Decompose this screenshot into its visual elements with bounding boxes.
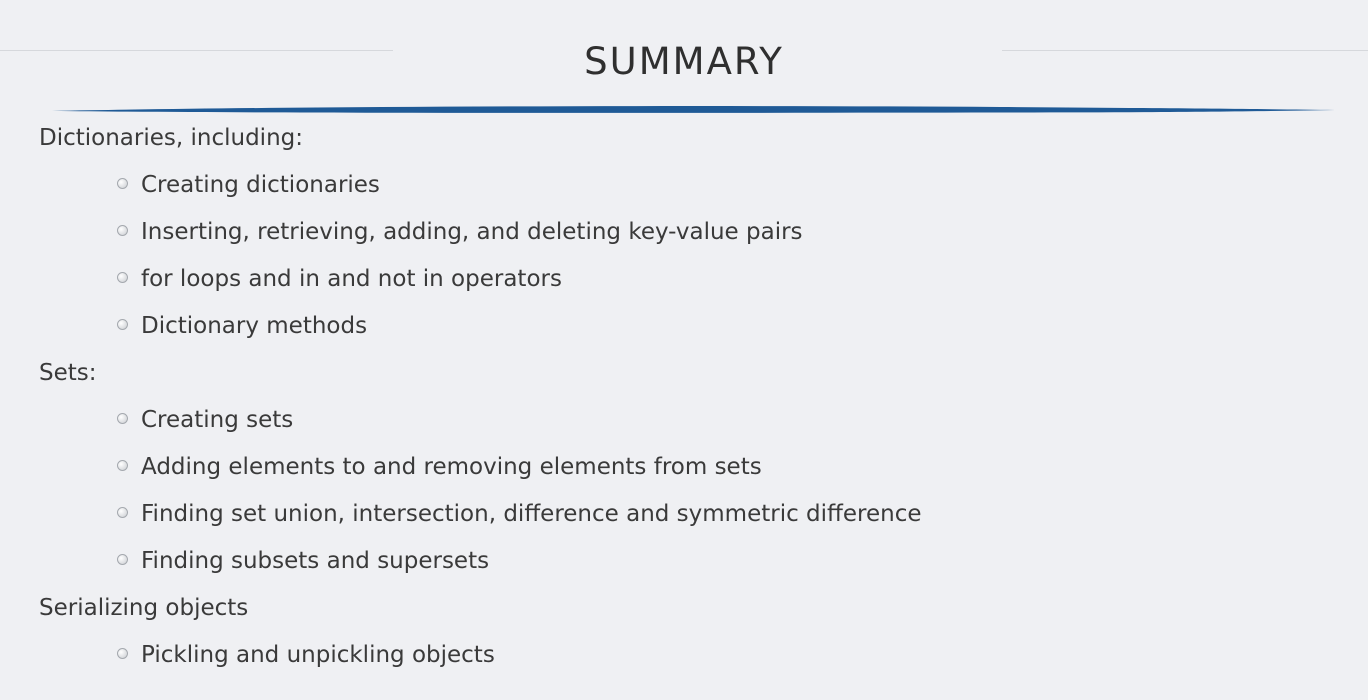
list-item: Dictionary methods [39,306,1339,353]
list-item: Adding elements to and removing elements… [39,447,1339,494]
bullet-icon [117,272,128,283]
list-item: Creating dictionaries [39,165,1339,212]
bullet-icon [117,554,128,565]
bullet-icon [117,225,128,236]
list-item-text: Adding elements to and removing elements… [141,454,762,480]
list-item: Pickling and unpickling objects [39,635,1339,682]
title-underline-swoosh [52,106,1335,113]
list-item-text: Finding set union, intersection, differe… [141,501,922,527]
summary-content: Dictionaries, including: Creating dictio… [39,118,1339,682]
list-item-text: for loops and in and not in operators [141,266,562,292]
bullet-icon [117,507,128,518]
list-item-text: Finding subsets and supersets [141,548,490,574]
bullet-icon [117,460,128,471]
bullet-icon [117,319,128,330]
slide-title: SUMMARY [584,40,784,83]
list-item: Inserting, retrieving, adding, and delet… [39,212,1339,259]
section-heading: Sets: [39,360,97,386]
bullet-icon [117,178,128,189]
bullet-icon [117,648,128,659]
list-item-text: Pickling and unpickling objects [141,642,495,668]
list-item-text: Creating dictionaries [141,172,380,198]
list-item: for loops and in and not in operators [39,259,1339,306]
list-item: Creating sets [39,400,1339,447]
bullet-icon [117,413,128,424]
section-heading: Serializing objects [39,595,249,621]
list-item: Finding set union, intersection, differe… [39,494,1339,541]
list-item-text: Creating sets [141,407,294,433]
list-item: Finding subsets and supersets [39,541,1339,588]
list-item-text: Inserting, retrieving, adding, and delet… [141,219,803,245]
slide: SUMMARY Dictionaries, including: Creatin… [0,0,1368,700]
section-heading: Dictionaries, including: [39,125,303,151]
list-item-text: Dictionary methods [141,313,368,339]
